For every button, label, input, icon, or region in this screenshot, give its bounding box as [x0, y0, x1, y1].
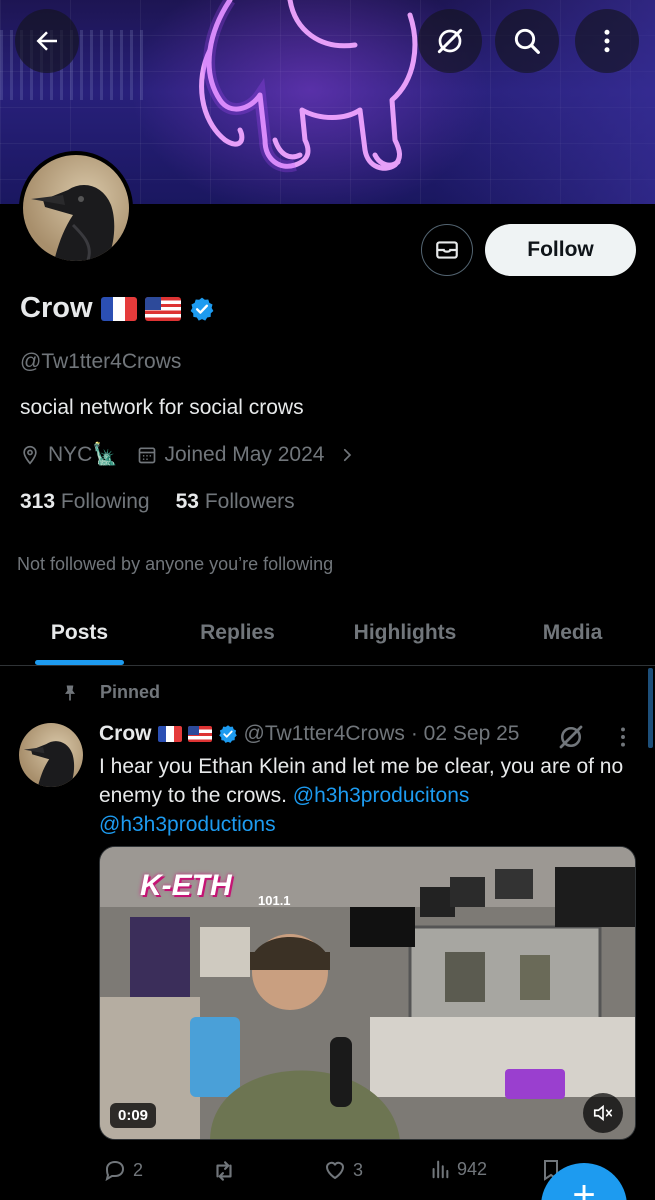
reply-icon [105, 1160, 125, 1182]
chevron-right-icon [344, 448, 352, 462]
calendar-icon [138, 447, 155, 464]
mute-button[interactable] [583, 1093, 623, 1133]
flag-france-icon [100, 296, 137, 321]
like-count: 3 [353, 1159, 364, 1180]
profile-name-row: Crow [20, 292, 215, 325]
kerth-logo-text: K-ETH [140, 869, 232, 902]
search-button[interactable] [495, 9, 559, 73]
not-followed-notice: Not followed by anyone you’re following [17, 554, 334, 574]
video-duration: 0:09 [110, 1103, 157, 1128]
verified-badge-icon [218, 725, 237, 743]
search-icon [514, 28, 540, 54]
speaker-muted-icon [593, 1104, 613, 1122]
mention-link[interactable]: @h3h3productions [99, 813, 276, 836]
scrollbar[interactable] [648, 668, 653, 748]
post-date[interactable]: · 02 Sep 25 [411, 722, 520, 746]
grok-icon[interactable] [556, 722, 586, 752]
neon-elephant-image [199, 0, 418, 173]
reply-button[interactable]: 2 [103, 1158, 143, 1182]
location-item: NYC🗽 [20, 443, 119, 467]
repost-button[interactable] [211, 1158, 243, 1184]
kerth-frequency: 101.1 [258, 893, 291, 908]
joined-text: Joined May 2024 [164, 443, 325, 466]
tab-replies[interactable]: Replies [170, 600, 305, 666]
profile-bio: social network for social crows [20, 396, 304, 419]
more-options-button[interactable] [575, 9, 639, 73]
more-vertical-icon [604, 29, 610, 53]
following-link[interactable]: 313 Following [20, 490, 150, 514]
post-header: Crow @Tw1tter4Crows · 02 Sep 25 [99, 722, 519, 746]
profile-avatar[interactable] [19, 151, 133, 265]
tab-highlights[interactable]: Highlights [330, 600, 480, 666]
flag-usa-icon [187, 726, 212, 742]
mail-icon [436, 241, 458, 259]
grok-button[interactable] [418, 9, 482, 73]
message-button[interactable] [421, 224, 473, 276]
heart-icon [325, 1161, 345, 1180]
followers-link[interactable]: 53 Followers [176, 490, 295, 514]
views-button[interactable]: 942 [429, 1158, 487, 1180]
following-count: 313 [20, 490, 56, 513]
follow-stats: 313 Following 53 Followers [20, 490, 295, 514]
reply-count: 2 [133, 1159, 144, 1180]
crow-image [23, 741, 75, 787]
arrow-left-icon [36, 31, 57, 51]
flag-france-icon [157, 726, 182, 742]
display-name: Crow [20, 292, 93, 324]
pinned-label: Pinned [100, 682, 161, 702]
views-count: 942 [457, 1158, 488, 1179]
profile-meta: NYC🗽 Joined May 2024 [20, 443, 374, 467]
pin-icon [65, 685, 75, 700]
mention-link[interactable]: @h3h3producitons [293, 784, 470, 807]
verified-badge-icon[interactable] [189, 296, 215, 322]
more-vertical-icon[interactable] [610, 724, 636, 750]
following-label: Following [60, 490, 150, 513]
flag-usa-icon [144, 296, 181, 321]
post-author-name[interactable]: Crow [99, 722, 152, 746]
repost-icon [216, 1161, 232, 1181]
post-video[interactable]: K-ETH 101.1 0:09 [99, 846, 636, 1140]
pinned-indicator: Pinned [60, 682, 160, 703]
tab-media[interactable]: Media [510, 600, 635, 666]
plus-icon: + [572, 1173, 596, 1200]
location-pin-icon [23, 445, 37, 465]
post-text: I hear you Ethan Klein and let me be cle… [99, 752, 644, 839]
followers-count: 53 [175, 490, 199, 513]
joined-item[interactable]: Joined May 2024 [137, 443, 357, 467]
back-button[interactable] [15, 9, 79, 73]
tab-posts[interactable]: Posts [20, 600, 139, 666]
grok-icon [437, 28, 463, 54]
profile-handle: @Tw1tter4Crows [20, 350, 182, 373]
views-bar-chart-icon [432, 1160, 449, 1179]
active-tab-indicator [35, 660, 124, 665]
profile-tabs: Posts Replies Highlights Media [0, 600, 655, 666]
followers-label: Followers [204, 490, 295, 513]
like-button[interactable]: 3 [323, 1158, 363, 1182]
post-author-handle[interactable]: @Tw1tter4Crows [244, 722, 405, 746]
location-text: NYC🗽 [48, 443, 119, 466]
crow-image [31, 185, 115, 261]
post-author-avatar[interactable] [19, 723, 83, 787]
follow-button[interactable]: Follow [485, 224, 636, 276]
